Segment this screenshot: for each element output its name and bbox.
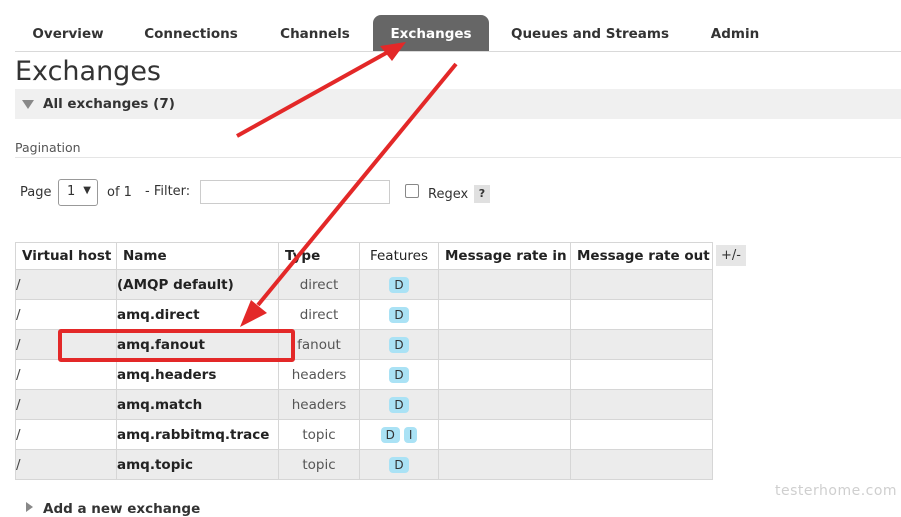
add-exchange-toggle[interactable]: Add a new exchange [43, 501, 200, 517]
annotation-arrows [236, 42, 458, 327]
arrow-to-exchanges-tab-head [380, 42, 406, 61]
arrow-to-fanout-line [256, 62, 458, 307]
watermark: testerhome.com [775, 483, 898, 499]
arrow-to-fanout-head [240, 300, 267, 327]
arrow-to-exchanges-tab-line [236, 50, 389, 138]
